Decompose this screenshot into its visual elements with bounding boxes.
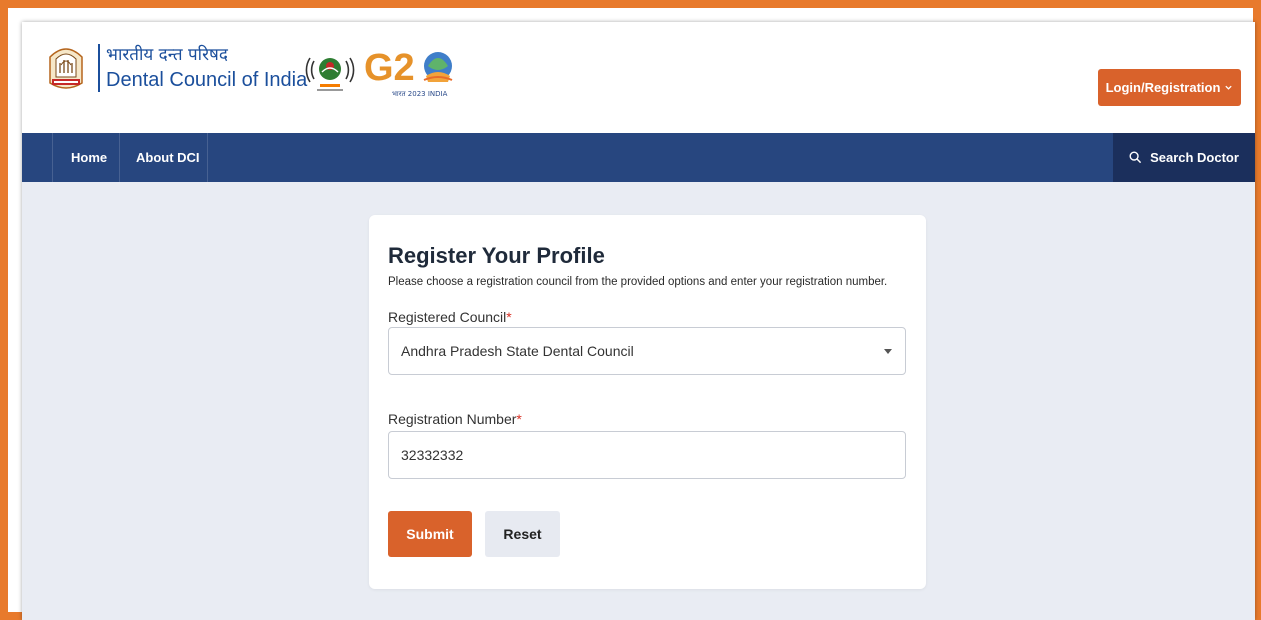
registration-number-label: Registration Number*: [388, 411, 522, 427]
registered-council-select[interactable]: Andhra Pradesh State Dental Council: [388, 327, 906, 375]
page-window: भारतीय दन्त परिषद Dental Council of Indi…: [22, 22, 1255, 620]
nav-item-about-dci[interactable]: About DCI: [120, 133, 208, 182]
registered-council-label-text: Registered Council: [388, 309, 507, 325]
site-header: भारतीय दन्त परिषद Dental Council of Indi…: [22, 22, 1255, 133]
registered-council-label: Registered Council*: [388, 309, 512, 325]
main-content: Register Your Profile Please choose a re…: [22, 182, 1255, 620]
reset-button[interactable]: Reset: [485, 511, 560, 557]
main-navbar: Home About DCI Search Doctor: [22, 133, 1255, 182]
login-registration-label: Login/Registration: [1105, 80, 1221, 95]
registration-number-input[interactable]: [388, 431, 906, 479]
register-profile-card: Register Your Profile Please choose a re…: [369, 215, 926, 589]
org-name-english: Dental Council of India: [106, 69, 308, 91]
outer-frame: भारतीय दन्त परिषद Dental Council of Indi…: [0, 0, 1261, 620]
logo-divider: [98, 44, 100, 92]
org-name-hindi: भारतीय दन्त परिषद: [106, 45, 228, 65]
chevron-down-icon: [1225, 85, 1233, 90]
registration-number-label-text: Registration Number: [388, 411, 517, 427]
search-icon: [1129, 151, 1142, 164]
g20-tagline: भारत 2023 INDIA: [392, 90, 448, 98]
search-doctor-button[interactable]: Search Doctor: [1113, 133, 1255, 182]
login-registration-button[interactable]: Login/Registration: [1098, 69, 1241, 106]
search-doctor-label: Search Doctor: [1150, 150, 1239, 165]
nav-item-home[interactable]: Home: [52, 133, 120, 182]
g20-logo-icon: G2 भारत 2023 INDIA: [364, 47, 453, 98]
required-marker: *: [516, 411, 522, 427]
nav-item-label: About DCI: [136, 150, 200, 165]
dci-emblem-icon: [49, 48, 83, 89]
registered-council-value: Andhra Pradesh State Dental Council: [401, 343, 634, 359]
caret-down-icon: [884, 349, 892, 354]
digital-mission-logo-icon: [305, 57, 355, 91]
nav-item-label: Home: [71, 150, 108, 165]
form-subtitle: Please choose a registration council fro…: [388, 276, 888, 288]
submit-button[interactable]: Submit: [388, 511, 472, 557]
g20-letters: G2: [364, 47, 415, 89]
required-marker: *: [506, 309, 512, 325]
form-title: Register Your Profile: [388, 243, 605, 268]
